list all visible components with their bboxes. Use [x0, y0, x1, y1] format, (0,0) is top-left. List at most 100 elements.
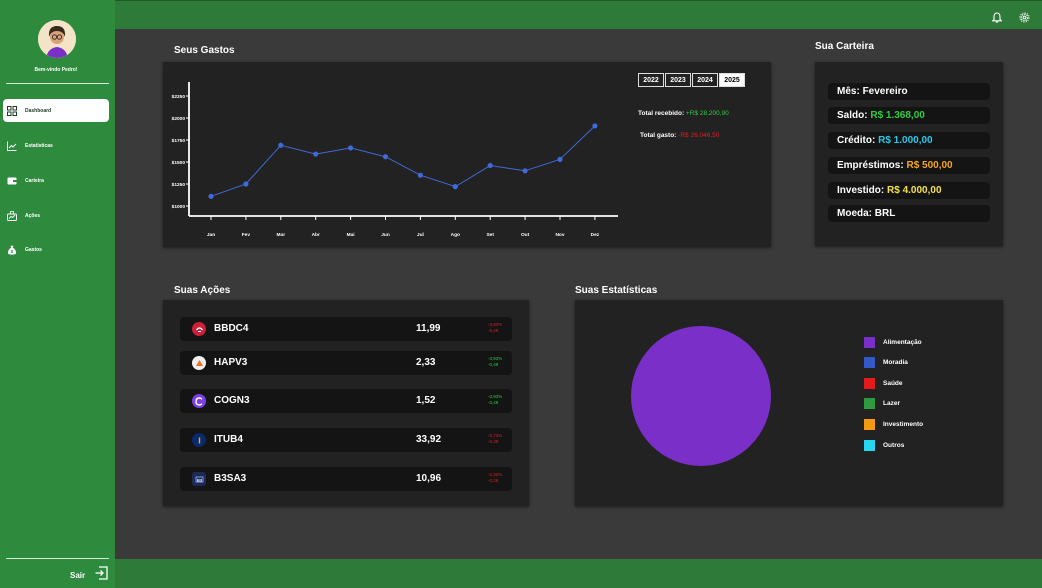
data-point — [313, 151, 319, 157]
legend-label: Saúde — [883, 380, 903, 387]
wallet-loans-label: Empréstimos: — [837, 160, 904, 171]
sidebar-item-label: Dashboard — [25, 107, 52, 114]
chart-line-icon — [7, 141, 17, 151]
y-tick-label: $2000 — [172, 116, 186, 122]
year-tab-2022[interactable]: 2022 — [638, 73, 664, 87]
total-spent: Total gasto: -R$ 26.046,50 — [640, 132, 719, 139]
statistics-title: Suas Estatísticas — [575, 285, 658, 296]
wallet-credit: Crédito: R$ 1.000,00 — [828, 132, 990, 149]
wallet-loans-value: R$ 500,00 — [906, 160, 953, 171]
stock-row-cogn3[interactable]: COGN3 1,52 -3,93% -0,49 — [180, 389, 512, 413]
legend-item-outros: Outros — [864, 440, 904, 451]
sidebar-item-acoes[interactable]: Ações — [3, 204, 109, 227]
avatar[interactable] — [38, 20, 76, 58]
wallet-balance: Saldo: R$ 1.368,00 — [828, 107, 990, 124]
legend-swatch — [864, 419, 875, 430]
itau-logo-icon — [192, 433, 206, 447]
data-point — [557, 156, 563, 162]
total-received-label: Total recebido: — [638, 110, 685, 117]
stock-change: -3,93% -0,49 — [488, 322, 502, 334]
x-tick-label: Mar — [277, 232, 286, 238]
stock-row-b3sa3[interactable]: B3 B3SA3 10,96 -2,32% -0,26 — [180, 467, 512, 491]
hapvida-logo-icon — [192, 356, 206, 370]
legend-item-alimentacao: Alimentação — [864, 337, 922, 348]
data-point — [417, 172, 423, 178]
stocks-icon — [7, 210, 17, 221]
legend-swatch — [864, 398, 875, 409]
money-bag-icon: $ — [7, 245, 17, 255]
wallet-balance-value: R$ 1.368,00 — [870, 110, 925, 121]
sidebar-item-carteira[interactable]: Carteira — [3, 169, 109, 192]
x-tick-label: Out — [521, 232, 530, 238]
data-point — [487, 162, 493, 169]
sidebar-item-dashboard[interactable]: Dashboard — [3, 99, 109, 122]
stock-row-itub4[interactable]: ITUB4 33,92 -0,73% -0,39 — [180, 428, 512, 452]
wallet-invested-value: R$ 4.000,00 — [887, 185, 942, 196]
x-tick-label: Ago — [451, 232, 460, 238]
legend-item-investimento: Investimento — [864, 419, 923, 430]
wallet-credit-label: Crédito: — [837, 135, 876, 146]
stock-row-bbdc4[interactable]: BBDC4 11,99 -3,93% -0,49 — [180, 317, 512, 341]
stock-row-hapv3[interactable]: HAPV3 2,33 -3,93% -0,49 — [180, 351, 512, 375]
data-point — [522, 168, 528, 174]
legend-item-lazer: Lazer — [864, 398, 900, 409]
expenses-line-chart: $1000 $1250 $1500 $1750 $2000 $2250 Jan Fev Mar A… — [172, 82, 618, 238]
stock-ticker: COGN3 — [214, 395, 250, 406]
data-point — [348, 145, 354, 151]
sidebar-item-label: Estatísticas — [25, 142, 53, 149]
data-point — [452, 184, 458, 190]
pie-slice-alimentacao[interactable] — [631, 326, 771, 466]
stock-change-pct: -3,93% — [488, 322, 503, 327]
sidebar-bottom-divider — [6, 558, 109, 559]
legend-item-moradia: Moradia — [864, 357, 908, 368]
legend-label: Outros — [883, 442, 905, 449]
stock-change-abs: -0,49 — [488, 400, 499, 405]
wallet-balance-label: Saldo: — [837, 110, 868, 121]
svg-text:B3: B3 — [196, 477, 202, 482]
wallet-month: Mês: Fevereiro — [828, 83, 990, 100]
stock-ticker: HAPV3 — [214, 357, 248, 368]
statistics-pie-chart — [631, 326, 771, 466]
stock-change-abs: -0,49 — [488, 328, 499, 333]
dashboard-icon — [7, 105, 17, 116]
data-point — [382, 154, 389, 160]
data-point — [208, 193, 214, 199]
sidebar-item-label: Ações — [25, 212, 41, 219]
bell-icon[interactable] — [991, 10, 1003, 28]
wallet-currency-label: Moeda: — [837, 208, 872, 219]
wallet-invested-label: Investido: — [837, 185, 885, 196]
sidebar-item-estatisticas[interactable]: Estatísticas — [3, 134, 109, 157]
stock-change-pct: -2,32% — [488, 472, 503, 477]
wallet-currency: Moeda: BRL — [828, 205, 990, 222]
data-point — [592, 123, 598, 129]
gear-icon[interactable] — [1019, 10, 1030, 28]
legend-swatch — [864, 378, 875, 389]
stock-change: -0,73% -0,39 — [488, 433, 502, 445]
wallet-loans: Empréstimos: R$ 500,00 — [828, 157, 990, 174]
stocks-title: Suas Ações — [174, 285, 231, 296]
y-tick-label: $1000 — [172, 204, 186, 210]
x-tick-label: Jul — [417, 232, 424, 238]
year-tab-2025[interactable]: 2025 — [719, 73, 745, 87]
legend-label: Investimento — [883, 421, 924, 428]
legend-label: Lazer — [883, 400, 900, 407]
legend-swatch — [864, 337, 875, 348]
total-received-value: +R$ 28.200,90 — [685, 110, 729, 117]
stock-change-pct: -0,73% — [488, 433, 503, 438]
expenses-title: Seus Gastos — [174, 45, 235, 56]
logout-button[interactable]: Sair — [70, 566, 108, 585]
year-tab-2024[interactable]: 2024 — [692, 73, 718, 87]
wallet-month-value: Fevereiro — [862, 86, 908, 97]
sidebar-item-gastos[interactable]: $ Gastos — [3, 238, 109, 261]
b3-logo-icon: B3 — [192, 472, 206, 486]
cogna-logo-icon — [192, 394, 206, 408]
data-point — [243, 181, 249, 187]
stock-change-abs: -0,49 — [488, 362, 499, 367]
legend-swatch — [864, 357, 875, 368]
wallet-icon — [7, 176, 17, 186]
legend-item-saude: Saúde — [864, 378, 903, 389]
year-tab-2023[interactable]: 2023 — [665, 73, 691, 87]
stock-change-abs: -0,26 — [488, 478, 499, 483]
legend-label: Alimentação — [883, 339, 922, 346]
stock-price: 10,96 — [416, 473, 442, 484]
